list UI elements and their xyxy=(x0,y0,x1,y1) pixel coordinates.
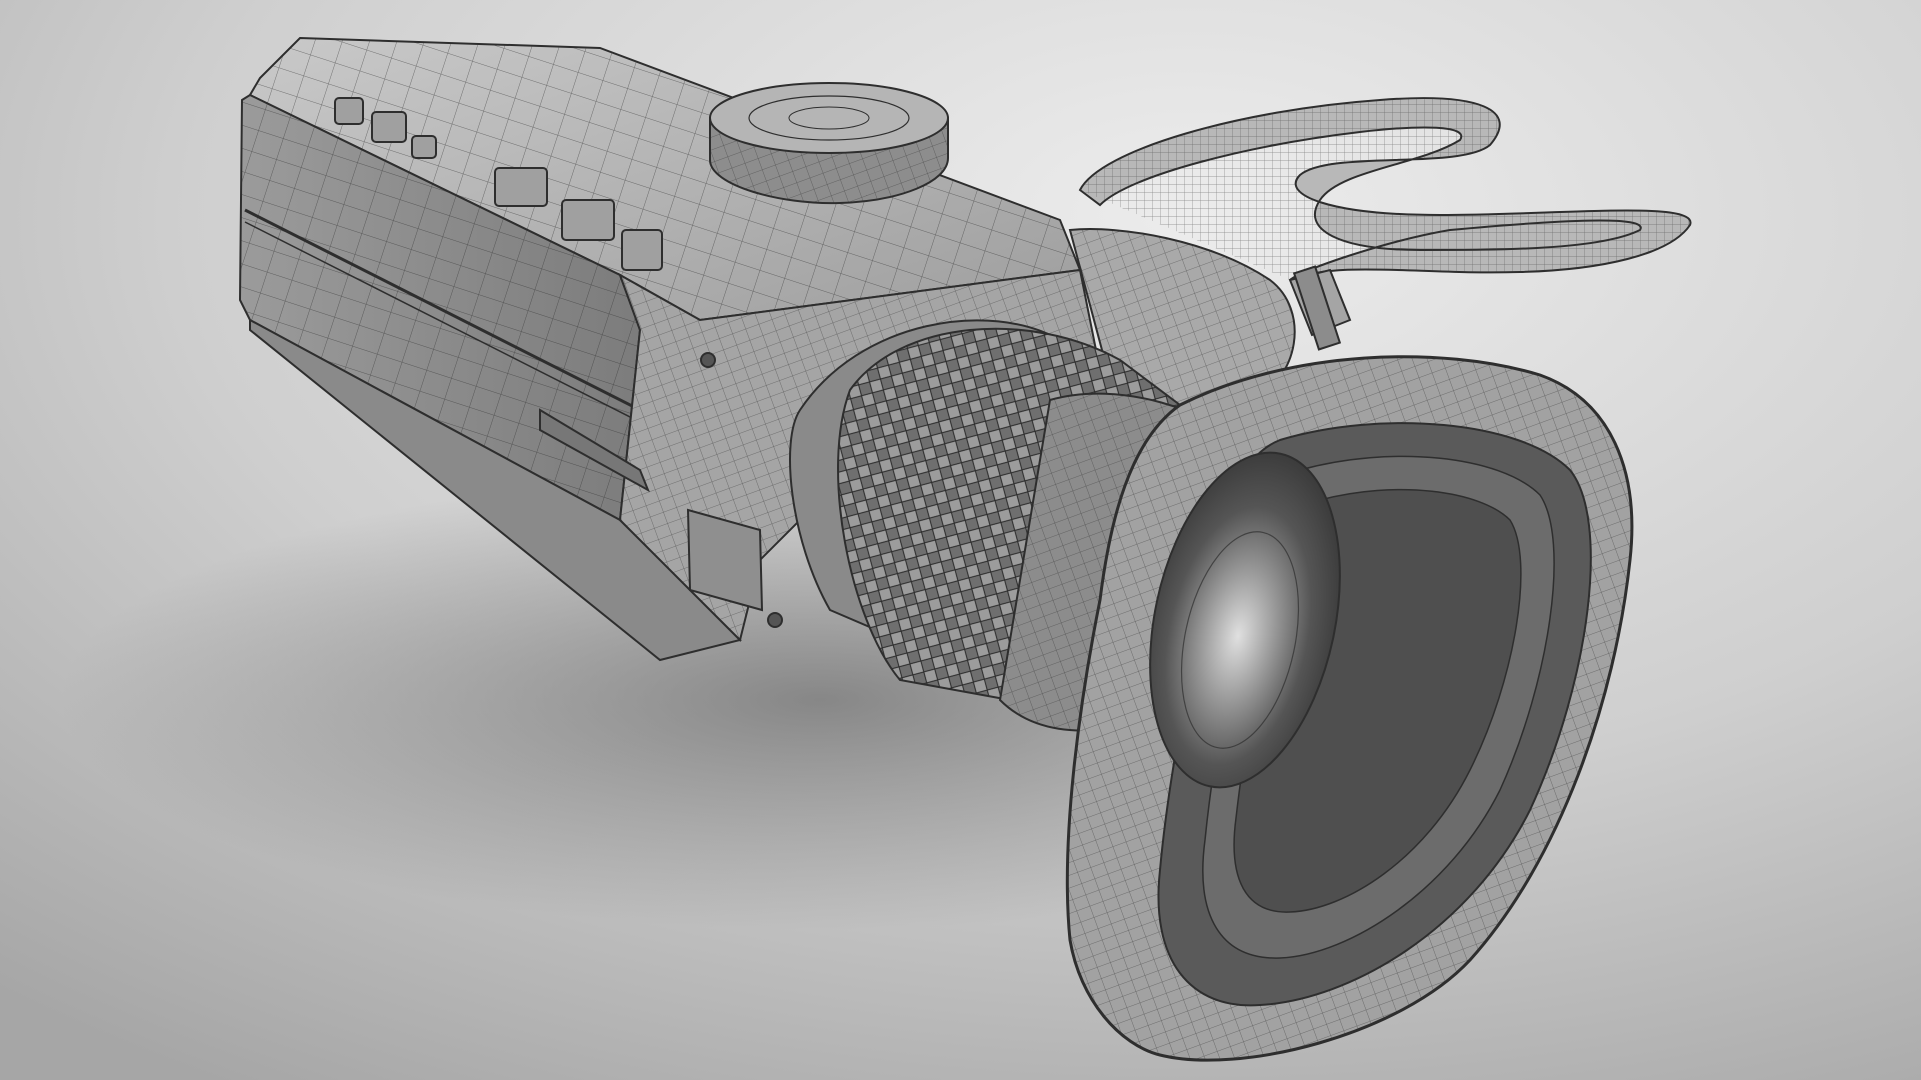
top-dial xyxy=(709,82,949,205)
control-switch-2 xyxy=(561,199,615,241)
camera-render xyxy=(0,0,1921,1080)
control-button-3 xyxy=(411,135,437,159)
control-switch-1 xyxy=(494,167,548,207)
control-button-2 xyxy=(371,111,407,143)
control-button-1 xyxy=(334,97,364,125)
render-viewport xyxy=(0,0,1921,1080)
control-switch-3 xyxy=(621,229,663,271)
